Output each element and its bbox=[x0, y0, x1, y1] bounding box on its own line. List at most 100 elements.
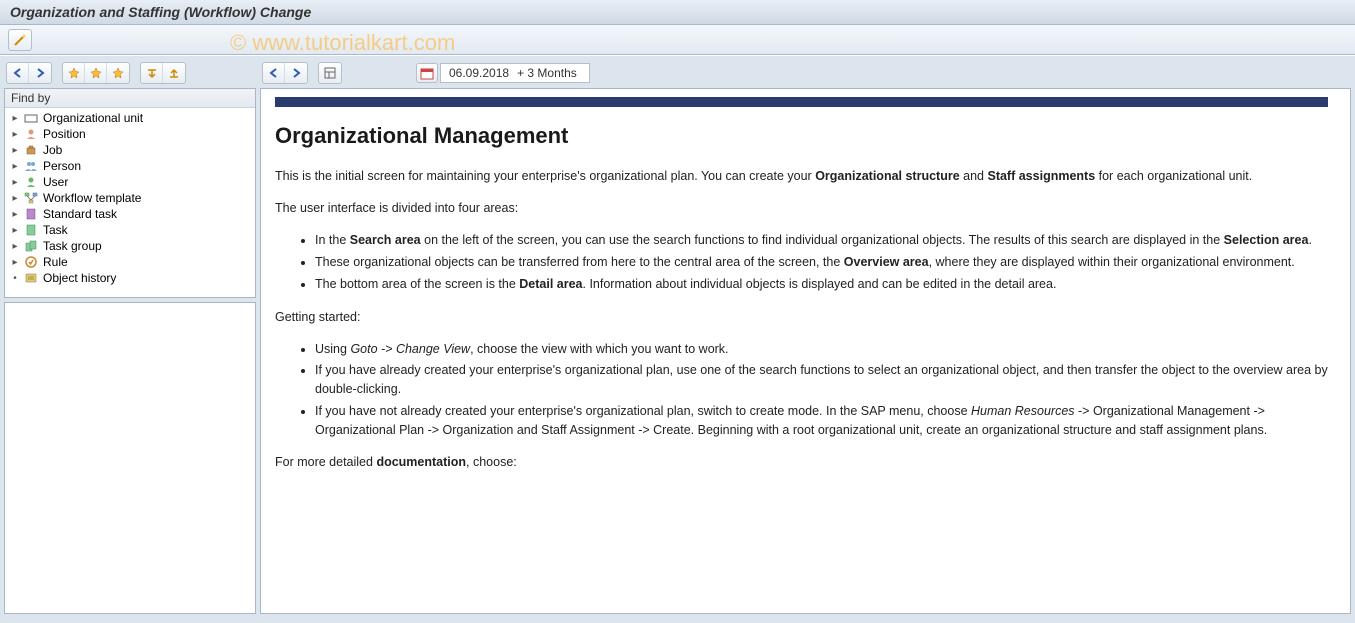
text: Search area bbox=[350, 233, 421, 247]
app-toolbar bbox=[0, 25, 1355, 55]
star-icon bbox=[90, 67, 102, 79]
chevron-right-icon: ▸ bbox=[9, 161, 21, 172]
text: Organizational structure bbox=[815, 169, 959, 183]
tree-item-task-group[interactable]: ▸ Task group bbox=[5, 238, 255, 254]
tree-item-workflow[interactable]: ▸ Workflow template bbox=[5, 190, 255, 206]
calendar-icon bbox=[420, 66, 434, 80]
list-item: In the Search area on the left of the sc… bbox=[315, 231, 1328, 250]
page-title: Organization and Staffing (Workflow) Cha… bbox=[10, 4, 311, 20]
rule-icon bbox=[23, 255, 39, 269]
bookmark-button-3[interactable] bbox=[107, 63, 129, 83]
text: Goto -> Change View bbox=[350, 342, 470, 356]
collapse-button[interactable] bbox=[141, 63, 163, 83]
areas-intro: The user interface is divided into four … bbox=[275, 199, 1328, 217]
layout-icon bbox=[324, 67, 336, 79]
expand-button[interactable] bbox=[163, 63, 185, 83]
tree-item-org-unit[interactable]: ▸ Organizational unit bbox=[5, 110, 255, 126]
list-item: If you have not already created your ent… bbox=[315, 402, 1328, 440]
chevron-right-icon: ▸ bbox=[9, 225, 21, 236]
nav-back-button[interactable] bbox=[7, 63, 29, 83]
text: and bbox=[960, 169, 988, 183]
chevron-right-icon: ▸ bbox=[9, 241, 21, 252]
content-back-button[interactable] bbox=[263, 63, 285, 83]
getting-started-list: Using Goto -> Change View, choose the vi… bbox=[299, 340, 1328, 440]
tree-item-label: Object history bbox=[43, 271, 116, 285]
text: on the left of the screen, you can use t… bbox=[421, 233, 1224, 247]
wand-icon bbox=[13, 33, 27, 47]
right-pane: 06.09.2018 + 3 Months Organizational Man… bbox=[260, 60, 1351, 614]
tree-item-label: Person bbox=[43, 159, 81, 173]
text: documentation bbox=[376, 455, 466, 469]
tree-item-rule[interactable]: ▸ Rule bbox=[5, 254, 255, 270]
text: Human Resources bbox=[971, 404, 1075, 418]
list-item: These organizational objects can be tran… bbox=[315, 253, 1328, 272]
text: Using bbox=[315, 342, 350, 356]
arrow-right-icon bbox=[290, 67, 302, 79]
nav-forward-button[interactable] bbox=[29, 63, 51, 83]
areas-list: In the Search area on the left of the sc… bbox=[299, 231, 1328, 293]
tree-list: ▸ Organizational unit ▸ Position ▸ Job ▸ bbox=[5, 108, 255, 288]
doc-paragraph: For more detailed documentation, choose: bbox=[275, 453, 1328, 471]
getting-started-label: Getting started: bbox=[275, 308, 1328, 326]
tree-item-label: Task bbox=[43, 223, 68, 237]
tree-item-label: Standard task bbox=[43, 207, 117, 221]
content-forward-button[interactable] bbox=[285, 63, 307, 83]
tree-item-position[interactable]: ▸ Position bbox=[5, 126, 255, 142]
tree-item-label: Workflow template bbox=[43, 191, 141, 205]
tree-item-job[interactable]: ▸ Job bbox=[5, 142, 255, 158]
list-item: If you have already created your enterpr… bbox=[315, 361, 1328, 399]
tree-item-task[interactable]: ▸ Task bbox=[5, 222, 255, 238]
title-bar: Organization and Staffing (Workflow) Cha… bbox=[0, 0, 1355, 25]
tree-item-history[interactable]: • Object history bbox=[5, 270, 255, 286]
layout-button[interactable] bbox=[319, 63, 341, 83]
arrow-right-icon bbox=[34, 67, 46, 79]
intro-paragraph: This is the initial screen for maintaini… bbox=[275, 167, 1328, 185]
text: . Information about individual objects i… bbox=[583, 277, 1057, 291]
text: , choose: bbox=[466, 455, 517, 469]
text: For more detailed bbox=[275, 455, 376, 469]
date-value: 06.09.2018 bbox=[449, 66, 509, 80]
content-panel: Organizational Management This is the in… bbox=[260, 88, 1351, 614]
chevron-right-icon: ▸ bbox=[9, 193, 21, 204]
calendar-button[interactable] bbox=[416, 63, 438, 83]
text: Staff assignments bbox=[987, 169, 1095, 183]
text: Detail area bbox=[519, 277, 582, 291]
text: for each organizational unit. bbox=[1095, 169, 1252, 183]
content-scroll[interactable]: Organizational Management This is the in… bbox=[261, 89, 1350, 613]
chevron-right-icon: ▸ bbox=[9, 145, 21, 156]
wand-button[interactable] bbox=[8, 29, 32, 51]
text: . bbox=[1308, 233, 1311, 247]
history-icon bbox=[23, 271, 39, 285]
text: These organizational objects can be tran… bbox=[315, 255, 844, 269]
text: This is the initial screen for maintaini… bbox=[275, 169, 815, 183]
user-icon bbox=[23, 175, 39, 189]
bookmark-button-2[interactable] bbox=[85, 63, 107, 83]
chevron-right-icon: ▸ bbox=[9, 257, 21, 268]
collapse-icon bbox=[146, 67, 158, 79]
workflow-icon bbox=[23, 191, 39, 205]
person-icon bbox=[23, 159, 39, 173]
bookmark-button-1[interactable] bbox=[63, 63, 85, 83]
chevron-right-icon: ▸ bbox=[9, 209, 21, 220]
text: If you have not already created your ent… bbox=[315, 404, 971, 418]
tree-item-label: Organizational unit bbox=[43, 111, 143, 125]
list-item: Using Goto -> Change View, choose the vi… bbox=[315, 340, 1328, 359]
arrow-left-icon bbox=[268, 67, 280, 79]
star-icon bbox=[112, 67, 124, 79]
right-toolbar: 06.09.2018 + 3 Months bbox=[260, 60, 1351, 88]
main-area: Find by ▸ Organizational unit ▸ Position… bbox=[0, 55, 1355, 618]
text: , choose the view with which you want to… bbox=[470, 342, 728, 356]
find-by-panel: Find by ▸ Organizational unit ▸ Position… bbox=[4, 88, 256, 298]
std-task-icon bbox=[23, 207, 39, 221]
tree-item-person[interactable]: ▸ Person bbox=[5, 158, 255, 174]
list-item: The bottom area of the screen is the Det… bbox=[315, 275, 1328, 294]
arrow-left-icon bbox=[12, 67, 24, 79]
tree-item-user[interactable]: ▸ User bbox=[5, 174, 255, 190]
date-display: 06.09.2018 + 3 Months bbox=[440, 63, 590, 83]
text: , where they are displayed within their … bbox=[929, 255, 1295, 269]
left-toolbar bbox=[4, 60, 256, 88]
text: Selection area bbox=[1224, 233, 1309, 247]
tree-item-label: Job bbox=[43, 143, 62, 157]
expand-icon bbox=[168, 67, 180, 79]
tree-item-std-task[interactable]: ▸ Standard task bbox=[5, 206, 255, 222]
